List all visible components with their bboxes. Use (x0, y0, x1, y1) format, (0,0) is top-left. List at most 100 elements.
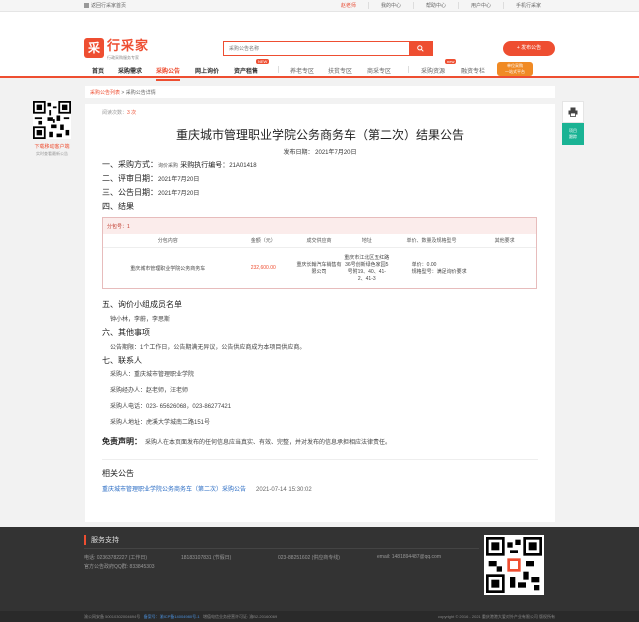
cell-amount: 232,600.00 (250, 265, 276, 271)
related-date: 2021-07-14 15:30:02 (256, 487, 312, 493)
section-label: 一、采购方式： (102, 160, 158, 169)
list-item: 重庆城市管理职业学院公务商务车（第二次）采购公告 2021-07-14 15:30… (102, 484, 538, 493)
copyright: copyright © 2016 - 2021 重庆港港大爱对外产业有限公司 版… (438, 614, 555, 619)
nav-commerce-zone[interactable]: 商采专区 (367, 66, 391, 75)
nav-asset-lease[interactable]: 资产租售 (234, 66, 258, 75)
top-link-user-center[interactable]: 用户中心 (457, 2, 503, 9)
search-icon (417, 45, 424, 52)
footer-phone-supplier: 023-88251602 (供应商专线) (278, 555, 340, 561)
app-download-text[interactable]: 下载移动客户端 (32, 143, 72, 150)
nav-badge-new-2: new (445, 59, 457, 64)
review-date-value: 2021年7月20日 (158, 177, 200, 183)
footer-phone-workday: 电话: 02363782227 (工作日) (84, 555, 148, 561)
nav-announcement[interactable]: 采购公告 (156, 66, 181, 81)
footer: 服务支持 电话: 02363782227 (工作日) 18183107831 (… (0, 527, 639, 611)
nav-divider (278, 66, 279, 73)
top-bar: 返回行采家首页 赵老师 我的中心 帮助中心 用户中心 手机行采家 (0, 0, 639, 12)
promo-banner[interactable]: 单位采购 一站式平台 (497, 62, 533, 76)
user-menu[interactable]: 赵老师 (329, 2, 368, 9)
divider (102, 459, 538, 460)
footer-qq: 官方公告政府QQ群: 833845303 (84, 564, 155, 570)
view-count: 阅读次数：3 次 (102, 109, 538, 116)
search-input[interactable] (224, 42, 410, 55)
nav-poverty-zone[interactable]: 扶贫专区 (328, 66, 352, 75)
table-row: 重庆城市管理职业学院公务商务车 232,600.00 重庆长翰汽车销售有限公司 … (103, 248, 536, 288)
procurement-method-value: 询价采购 (158, 163, 179, 169)
nav-inquiry[interactable]: 网上询价 (195, 66, 219, 75)
tracking-line2: 跟踪 (569, 134, 577, 139)
contact-purchaser: 采购人：重庆城市管理职业学院 (110, 372, 195, 378)
logo-mark: 采 (84, 38, 104, 58)
search-button[interactable] (409, 42, 432, 55)
nav-elderly-zone[interactable]: 养老专区 (290, 66, 314, 75)
breadcrumb-list-link[interactable]: 采购公告列表 (90, 90, 120, 96)
panel-members: 钟小林，李蔚，李思斯 (110, 317, 171, 323)
cell-address: 重庆市江北区五红路36号创新绿色家园5号附19、40、41-2、41-3 (344, 255, 390, 282)
app-download-subtext: 实时查看最新公告 (36, 151, 68, 156)
section-contacts: 七、联系人 (102, 356, 142, 365)
view-count-label: 阅读次数： (102, 110, 128, 116)
section-other: 六、其他事项 (102, 328, 150, 337)
icp-link[interactable]: 渝ICP备14004980号-1 (160, 614, 200, 619)
section-review-date: 二、评审日期：2021年7月20日 (102, 173, 538, 184)
nav-home[interactable]: 首页 (92, 66, 104, 75)
print-button[interactable] (562, 101, 584, 123)
announce-date-value: 2021年7月20日 (158, 191, 200, 197)
cell-price: 单价：0.00 规格型号：满足询价要求 (390, 261, 474, 275)
publish-label: 发布公告 (521, 45, 542, 51)
section-result: 四、结果 (102, 202, 134, 211)
package-number: 分包号：1 (103, 218, 536, 234)
spec-line: 规格型号：满足询价要求 (411, 269, 467, 275)
icp-label: 备案号： (143, 614, 160, 619)
home-link-text[interactable]: 返回行采家首页 (91, 3, 126, 9)
footer-heading: 服务支持 (84, 535, 119, 545)
breadcrumb-current: 采购公告详情 (125, 90, 156, 96)
result-table: 分包号：1 分包内容 金额（元） 成交供应商 地址 单价、数量及规格型号 其他要… (102, 217, 537, 289)
nav-divider (408, 66, 409, 73)
police-record: 渝公网安备 50010302004694号 (84, 614, 141, 619)
disclaimer-text: 采购人在本页面发布的任何信息应当真实、有效、完整，并对发布的信息承担相应法律责任… (145, 440, 392, 446)
nav-resources[interactable]: 采购资源 (421, 66, 445, 75)
disclaimer: 免责声明： 采购人在本页面发布的任何信息应当真实、有效、完整，并对发布的信息承担相… (102, 436, 538, 447)
section-label: 三、公告日期： (102, 188, 158, 197)
project-tracking-button[interactable]: 项目 跟踪 (562, 123, 584, 145)
table-header-cell: 成交供应商 (306, 238, 332, 244)
other-matters: 公告期限：1个工作日，公告期满无异议，公告供应商成为本项目供应商。 (110, 345, 306, 351)
table-header-cell: 其他要求 (494, 238, 515, 244)
bottom-bar: 渝公网安备 50010302004694号 备案号：渝ICP备14004980号… (0, 611, 639, 622)
related-link[interactable]: 重庆城市管理职业学院公务商务车（第二次）采购公告 (102, 487, 246, 493)
nav-finance[interactable]: 融资专栏 (461, 66, 485, 75)
home-link[interactable]: 返回行采家首页 (84, 2, 126, 9)
main-nav: 首页 采购需求 采购公告 网上询价 资产租售 NEW 养老专区 扶贫专区 商采专… (0, 59, 639, 81)
section-label: 二、评审日期： (102, 174, 158, 183)
right-toolbar: 项目 跟踪 (562, 101, 584, 145)
footer-email[interactable]: email: 1481894487@qq.com (377, 554, 441, 560)
disclaimer-label: 免责声明： (102, 437, 142, 446)
publish-button[interactable]: + 发布公告 (503, 41, 555, 56)
promo-line2: 一站式平台 (505, 69, 525, 74)
top-link-my-center[interactable]: 我的中心 (367, 2, 413, 9)
contact-phone: 采购人电话：023- 65626068，023-86277421 (110, 404, 232, 410)
publish-date: 发布日期： 2021年7月20日 (283, 150, 357, 156)
top-link-mobile[interactable]: 手机行采家 (502, 2, 553, 9)
execution-code-value: 21A01418 (229, 163, 257, 169)
section-panel: 五、询价小组成员名单 (102, 300, 182, 309)
site-logo[interactable]: 采 行采家 行政采购服务专家 (84, 35, 149, 61)
related-heading: 相关公告 (102, 469, 134, 478)
nav-badge-new: NEW (256, 59, 270, 64)
section-announce-date: 三、公告日期：2021年7月20日 (102, 187, 538, 198)
footer-divider (84, 548, 479, 549)
logo-name: 行采家 (107, 38, 150, 53)
table-header-cell: 分包内容 (157, 238, 178, 244)
breadcrumb: 采购公告列表 > 采购公告详情 (85, 86, 555, 98)
qr-code-icon (33, 101, 71, 139)
section-procurement-method: 一、采购方式：询价采购 采购执行编号：21A01418 (102, 159, 538, 170)
app-download-panel[interactable]: 下载移动客户端 实时查看最新公告 (32, 101, 72, 157)
top-link-help-center[interactable]: 帮助中心 (412, 2, 458, 9)
view-count-value: 3 次 (127, 110, 137, 116)
footer-license: 渝公网安备 50010302004694号 备案号：渝ICP备14004980号… (84, 614, 277, 620)
table-header: 分包内容 金额（元） 成交供应商 地址 单价、数量及规格型号 其他要求 (103, 234, 536, 248)
search-box (223, 41, 433, 56)
top-links: 赵老师 我的中心 帮助中心 用户中心 手机行采家 (329, 2, 553, 9)
nav-demand[interactable]: 采购需求 (118, 66, 142, 75)
